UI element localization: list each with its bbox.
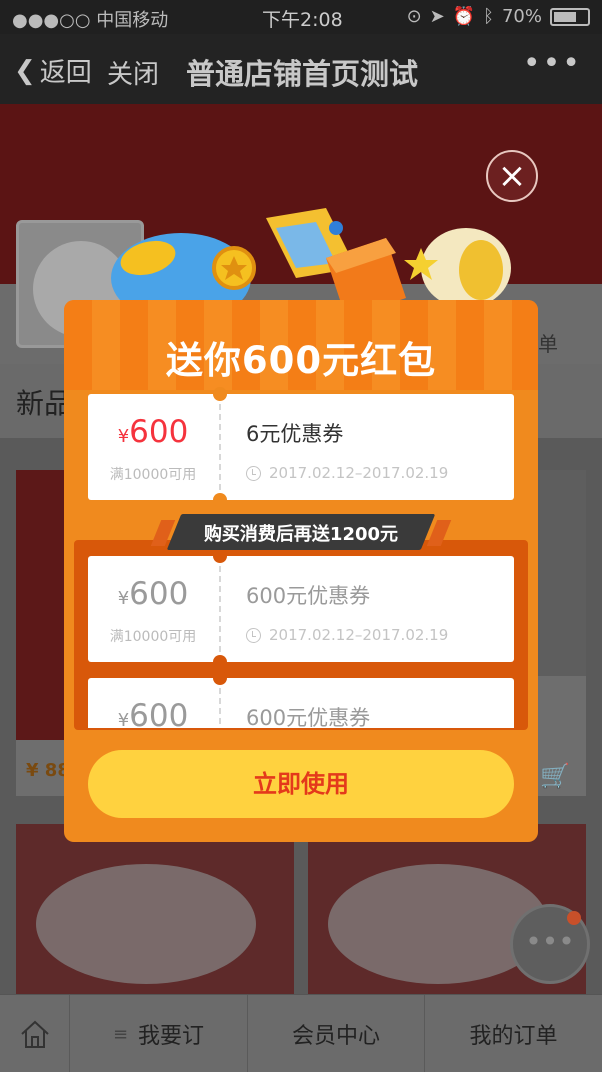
red-packet-modal: 送你600元红包 ¥600 满10000可用 6元优惠券 2017.02.12–… xyxy=(64,300,538,842)
coupon-notch xyxy=(213,550,227,563)
coupon-divider xyxy=(219,688,221,728)
close-icon[interactable]: × xyxy=(486,150,538,202)
back-label: 返回 xyxy=(39,58,92,88)
tab-order-label: 我要订 xyxy=(138,1024,205,1049)
coupon-divider xyxy=(219,404,221,490)
coupon-validity: 2017.02.12–2017.02.19 xyxy=(246,626,448,644)
bonus-coupon-list[interactable]: ¥600 满10000可用 600元优惠券 2017.02.12–2017.02… xyxy=(64,550,538,728)
tab-order[interactable]: ≡ 我要订 xyxy=(70,995,248,1072)
coupon-notch xyxy=(213,655,227,669)
coupon-amount: ¥600 xyxy=(88,414,218,450)
coupon-notch xyxy=(213,387,227,401)
home-icon xyxy=(20,1020,49,1048)
carrier-signal: ●●●○○ 中国移动 xyxy=(12,10,169,31)
status-icons: ⊙ ➤ ⏰ ᛒ 70% xyxy=(407,6,590,27)
bluetooth-icon: ᛒ xyxy=(483,6,494,27)
tab-member-center[interactable]: 会员中心 xyxy=(248,995,425,1072)
coupon-validity: 2017.02.12–2017.02.19 xyxy=(246,464,448,482)
bonus-text: 购买消费后再送1200元 xyxy=(203,524,399,545)
clock-time: 下午2:08 xyxy=(262,9,343,31)
coupon-condition: 满10000可用 xyxy=(109,467,197,483)
coupon-value: 600 xyxy=(129,414,189,450)
coupon-condition: 满10000可用 xyxy=(109,629,197,645)
close-page-button[interactable]: 关闭 xyxy=(107,54,159,91)
currency-symbol: ¥ xyxy=(117,710,130,728)
alarm-icon: ⏰ xyxy=(452,6,476,27)
battery-fill xyxy=(554,11,576,22)
location-icon: ➤ xyxy=(429,6,445,27)
notification-dot xyxy=(567,911,581,925)
coupon-card[interactable]: ¥600 满10000可用 6元优惠券 2017.02.12–2017.02.1… xyxy=(88,387,514,507)
coupon-amount: ¥600 xyxy=(88,576,218,612)
coupon-date: 2017.02.12–2017.02.19 xyxy=(269,626,449,644)
currency-symbol: ¥ xyxy=(117,588,130,609)
battery-percent: 70% xyxy=(501,6,542,27)
battery-icon xyxy=(550,7,590,26)
coupon-divider xyxy=(219,566,221,652)
coupon-card[interactable]: ¥600 满10000可用 600元优惠券 2017.02.12–2017.02… xyxy=(88,550,514,669)
bottom-tab-bar: ≡ 我要订 会员中心 我的订单 xyxy=(0,994,602,1072)
coupon-amount: ¥600 xyxy=(88,698,218,728)
status-bar: ●●●○○ 中国移动 下午2:08 ⊙ ➤ ⏰ ᛒ 70% xyxy=(0,0,602,34)
coupon-notch xyxy=(213,493,227,507)
menu-icon: ≡ xyxy=(112,1023,129,1045)
coupon-value: 600 xyxy=(129,698,189,728)
product-card[interactable] xyxy=(16,824,294,994)
tab-my-orders[interactable]: 我的订单 xyxy=(425,995,602,1072)
order-shortcut-label[interactable]: 单 xyxy=(538,328,558,357)
page-title: 普通店铺首页测试 xyxy=(186,57,419,91)
coupon-name: 600元优惠券 xyxy=(246,706,371,728)
clock-icon xyxy=(246,627,261,643)
chevron-left-icon: ❮ xyxy=(14,55,36,86)
coupon-value: 600 xyxy=(129,576,189,612)
add-to-cart-icon[interactable]: 🛒 xyxy=(540,762,570,790)
pig-illustration xyxy=(36,864,256,984)
currency-symbol: ¥ xyxy=(117,426,130,447)
coupon-card[interactable]: ¥600 600元优惠券 xyxy=(88,671,514,728)
tab-home[interactable] xyxy=(0,995,70,1072)
coupon-notch xyxy=(213,671,227,685)
coupon-date: 2017.02.12–2017.02.19 xyxy=(269,464,449,482)
use-now-button[interactable]: 立即使用 xyxy=(88,750,514,818)
bonus-ribbon: 购买消费后再送1200元 xyxy=(150,514,452,550)
coupon-name: 6元优惠券 xyxy=(246,422,344,446)
coupon-name: 600元优惠券 xyxy=(246,584,371,608)
floating-chat-button[interactable]: ••• xyxy=(510,904,590,984)
more-menu-button[interactable]: ••• xyxy=(523,46,582,81)
lock-rotation-icon: ⊙ xyxy=(406,6,422,27)
back-button[interactable]: ❮ 返回 xyxy=(14,52,92,89)
clock-icon xyxy=(246,465,261,481)
modal-title: 送你600元红包 xyxy=(165,339,437,382)
nav-bar: ❮ 返回 关闭 普通店铺首页测试 ••• xyxy=(0,34,602,104)
